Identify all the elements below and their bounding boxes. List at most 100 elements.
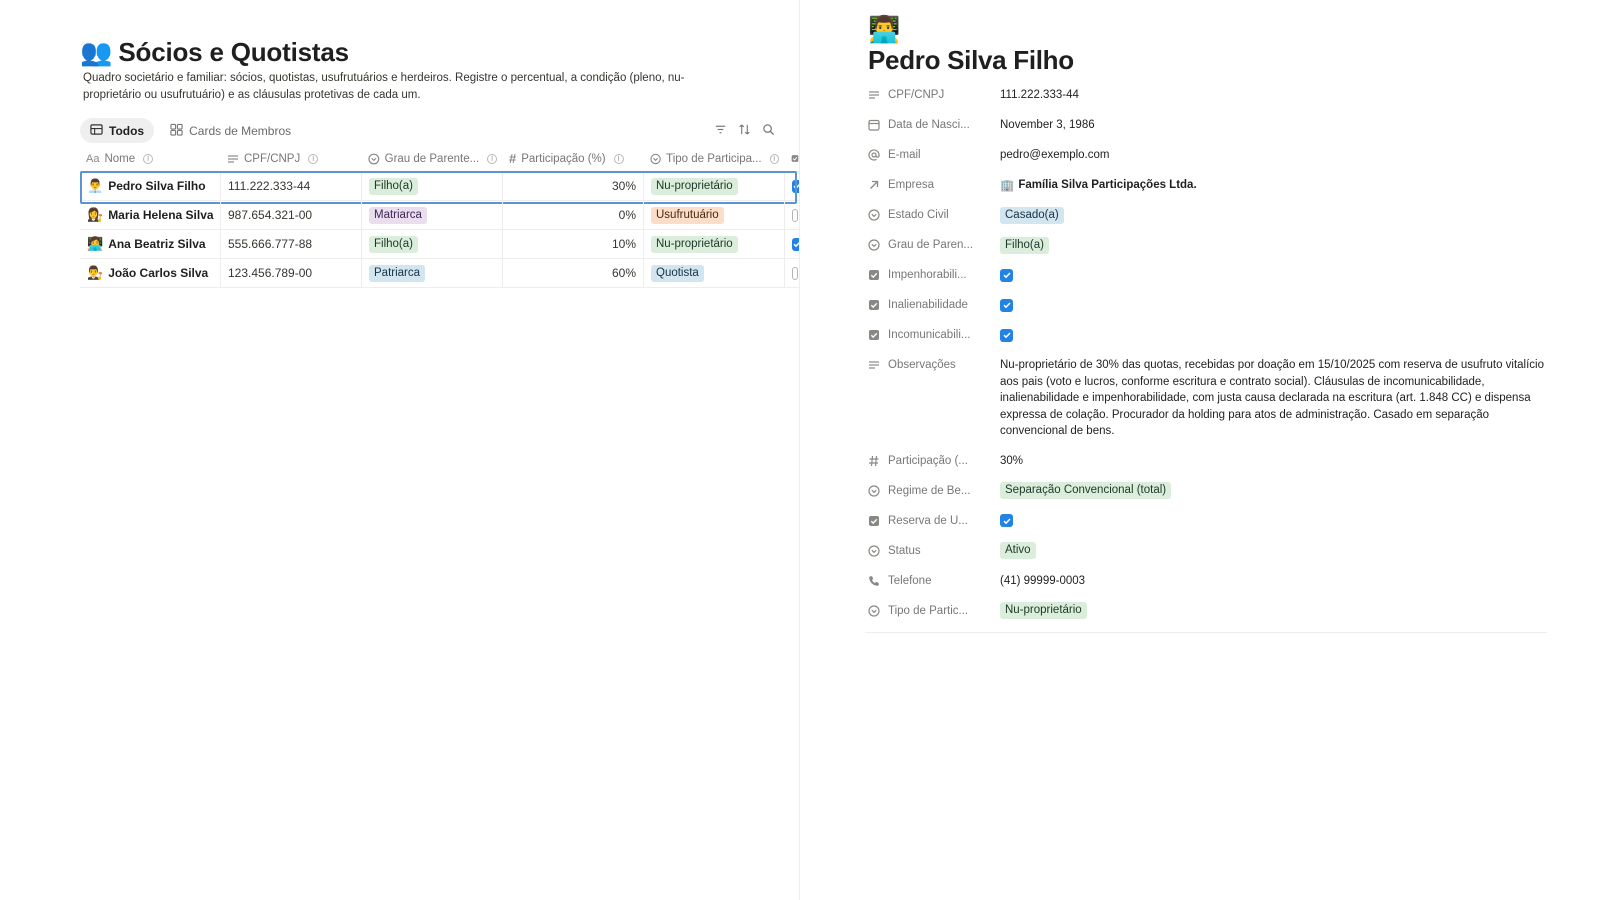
cell-participacao[interactable]: 30% <box>503 172 644 200</box>
cell-nome[interactable]: 👩‍💻 Ana Beatriz Silva <box>80 230 221 258</box>
property-key[interactable]: E-mail <box>868 140 1000 170</box>
cell-grau[interactable]: Matriarca <box>362 201 503 229</box>
property-value[interactable]: Ativo <box>1000 536 1548 566</box>
table-icon <box>90 123 103 139</box>
cell-participacao[interactable]: 10% <box>503 230 644 258</box>
property-key[interactable]: Estado Civil <box>868 200 1000 230</box>
select-icon <box>868 239 880 251</box>
property-key[interactable]: Telefone <box>868 566 1000 596</box>
cell-tipo[interactable]: Nu-proprietário <box>644 172 785 200</box>
property-key[interactable]: CPF/CNPJ <box>868 80 1000 110</box>
property-checkbox[interactable] <box>1000 514 1013 527</box>
property-key[interactable]: Grau de Paren... <box>868 230 1000 260</box>
property-e-mail: E-mail pedro@exemplo.com <box>868 140 1548 170</box>
column-header-tipo[interactable]: Tipo de Participa... i <box>644 146 785 171</box>
table-row[interactable]: 👩‍💻 Ana Beatriz Silva 555.666.777-88 Filho(… <box>80 230 800 259</box>
select-icon <box>868 544 880 557</box>
search-icon[interactable] <box>760 121 776 137</box>
property-value[interactable]: 30% <box>1000 446 1548 476</box>
property-key[interactable]: Reserva de U... <box>868 506 1000 536</box>
property-checkbox[interactable] <box>1000 298 1013 312</box>
cell-tipo[interactable]: Usufrutuário <box>644 201 785 229</box>
property-key[interactable]: Impenhorabili... <box>868 260 1000 290</box>
select-icon <box>868 209 880 221</box>
cell-cpf[interactable]: 111.222.333-44 <box>221 172 362 200</box>
property-key[interactable]: Inalienabilidade <box>868 290 1000 320</box>
tab-cards-de-membros[interactable]: Cards de Membros <box>160 118 301 143</box>
property-key-label: CPF/CNPJ <box>888 89 945 101</box>
column-header-checkbox[interactable] <box>785 146 800 171</box>
property-key[interactable]: Regime de Be... <box>868 476 1000 506</box>
page-emoji-icon[interactable]: 👨‍💻 <box>868 14 900 44</box>
property-value[interactable] <box>1000 506 1548 536</box>
column-header-nome[interactable]: Aa Nome i <box>80 146 221 171</box>
cell-grau[interactable]: Patriarca <box>362 259 503 287</box>
table-row[interactable]: 👩‍⚖️ Maria Helena Silva 987.654.321-00 Matr… <box>80 201 800 230</box>
row-emoji-icon: 👩‍💻 <box>87 236 104 251</box>
cell-cpf[interactable]: 987.654.321-00 <box>221 201 362 229</box>
property-value[interactable]: Filho(a) <box>1000 230 1548 260</box>
property-key-label: Grau de Paren... <box>888 239 974 251</box>
property-empresa: Empresa 🏢 Família Silva Participações Ltda… <box>868 170 1548 200</box>
property-list: CPF/CNPJ 111.222.333-44 Data de Nasci... No… <box>868 80 1548 626</box>
property-value[interactable]: Nu-proprietário de 30% das quotas, receb… <box>1000 350 1548 446</box>
property-telefone: Telefone (41) 99999-0003 <box>868 566 1548 596</box>
column-header-participacao[interactable]: # Participação (%) i <box>503 146 644 171</box>
property-key[interactable]: Empresa <box>868 170 1000 200</box>
page-title[interactable]: Sócios e Quotistas <box>118 36 349 68</box>
tab-todos[interactable]: Todos <box>80 118 155 143</box>
property-value[interactable]: pedro@exemplo.com <box>1000 140 1548 170</box>
calendar-icon <box>868 119 880 131</box>
cell-nome[interactable]: 👨‍⚖️ João Carlos Silva <box>80 259 221 287</box>
property-value[interactable]: 111.222.333-44 <box>1000 80 1548 110</box>
property-value[interactable] <box>1000 290 1548 320</box>
cell-grau[interactable]: Filho(a) <box>362 172 503 200</box>
cell-tipo[interactable]: Nu-proprietário <box>644 230 785 258</box>
relation-link[interactable]: 🏢 Família Silva Participações Ltda. <box>1000 178 1197 192</box>
property-checkbox[interactable] <box>1000 268 1013 282</box>
column-header-grau[interactable]: Grau de Parente... i <box>362 146 503 171</box>
cell-tipo[interactable]: Quotista <box>644 259 785 287</box>
participacao-value: 10% <box>611 237 636 251</box>
property-value-text: Nu-proprietário de 30% das quotas, receb… <box>1000 359 1545 437</box>
property-value[interactable]: November 3, 1986 <box>1000 110 1548 140</box>
select-icon <box>868 604 880 617</box>
sort-icon[interactable] <box>736 121 752 137</box>
column-label: Grau de Parente... <box>384 152 480 165</box>
property-value[interactable]: Casado(a) <box>1000 200 1548 230</box>
property-value[interactable]: (41) 99999-0003 <box>1000 566 1548 596</box>
cell-participacao[interactable]: 60% <box>503 259 644 287</box>
cell-cpf[interactable]: 123.456.789-00 <box>221 259 362 287</box>
info-icon: i <box>769 153 779 164</box>
property-checkbox[interactable] <box>1000 328 1013 342</box>
property-key[interactable]: Tipo de Partic... <box>868 596 1000 626</box>
property-observações: Observações Nu-proprietário de 30% das qu… <box>868 350 1548 446</box>
property-key[interactable]: Status <box>868 536 1000 566</box>
cell-nome[interactable]: 👨‍💼 Pedro Silva Filho <box>80 172 221 200</box>
property-key[interactable]: Participação (... <box>868 446 1000 476</box>
detail-title[interactable]: Pedro Silva Filho <box>868 44 1074 76</box>
row-checkbox[interactable] <box>792 208 798 222</box>
pane-divider[interactable] <box>799 0 800 900</box>
property-key[interactable]: Observações <box>868 350 1000 380</box>
property-key[interactable]: Incomunicabili... <box>868 320 1000 350</box>
filter-icon[interactable] <box>712 121 728 137</box>
property-value[interactable] <box>1000 320 1548 350</box>
cell-nome[interactable]: 👩‍⚖️ Maria Helena Silva <box>80 201 221 229</box>
database-description: Quadro societário e familiar: sócios, qu… <box>83 72 685 101</box>
cell-grau[interactable]: Filho(a) <box>362 230 503 258</box>
table-row[interactable]: 👨‍💼 Pedro Silva Filho 111.222.333-44 Filho(… <box>80 171 800 204</box>
property-key-label: Reserva de U... <box>888 514 968 527</box>
property-key-label: Participação (... <box>888 454 968 467</box>
row-checkbox[interactable] <box>792 266 798 280</box>
property-value[interactable] <box>1000 260 1548 290</box>
property-value[interactable]: Nu-proprietário <box>1000 596 1548 626</box>
property-key-label: Status <box>888 544 921 557</box>
column-header-cpf[interactable]: CPF/CNPJ i <box>221 146 362 171</box>
property-value[interactable]: Separação Convencional (total) <box>1000 476 1548 506</box>
property-value[interactable]: 🏢 Família Silva Participações Ltda. <box>1000 170 1548 200</box>
cell-participacao[interactable]: 0% <box>503 201 644 229</box>
table-row[interactable]: 👨‍⚖️ João Carlos Silva 123.456.789-00 Patri… <box>80 259 800 288</box>
cell-cpf[interactable]: 555.666.777-88 <box>221 230 362 258</box>
property-key[interactable]: Data de Nasci... <box>868 110 1000 140</box>
